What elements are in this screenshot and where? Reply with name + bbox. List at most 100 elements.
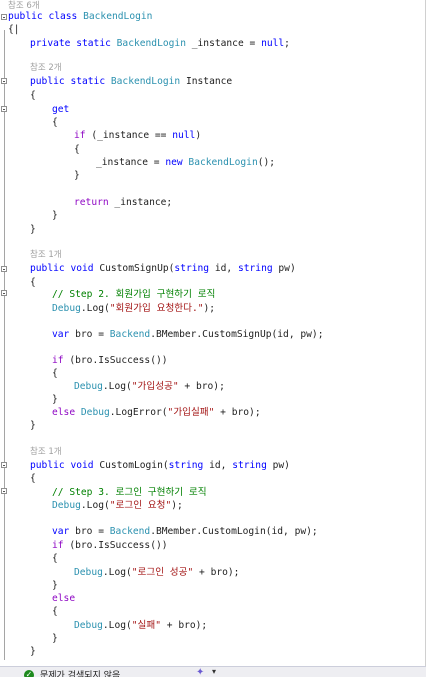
code-line: var bro = Backend.BMember.CustomLogin(id… — [8, 525, 318, 538]
code-text: { — [30, 277, 36, 288]
code-line: Debug.Log("실패" + bro); — [8, 619, 207, 632]
code-line: Debug.Log("가입성공" + bro); — [8, 380, 225, 393]
code-text: Instance — [180, 76, 233, 87]
code-line: else — [8, 592, 75, 605]
code-text: (); — [257, 157, 276, 168]
string-literal: "로그인 성공" — [131, 567, 194, 578]
code-line: var bro = Backend.BMember.CustomSignUp(i… — [8, 328, 323, 341]
chevron-down-icon[interactable]: ▾ — [212, 667, 216, 676]
code-text: _instance; — [108, 197, 173, 208]
code-text: pw) — [272, 263, 296, 274]
control-keyword: if — [52, 355, 64, 366]
code-editor[interactable]: 참조 6개 public class BackendLogin {| priva… — [0, 0, 426, 666]
code-text: { — [30, 473, 36, 484]
code-text: _instance = — [185, 38, 262, 49]
code-line: } — [8, 419, 36, 432]
code-line: { — [8, 143, 80, 156]
code-text: + bro); — [161, 620, 208, 631]
collapse-icon[interactable] — [1, 78, 7, 84]
keyword: get — [52, 104, 70, 115]
type-name: Debug — [52, 500, 81, 511]
code-text: { — [52, 553, 58, 564]
code-line: { — [8, 116, 58, 129]
code-line: if (bro.IsSuccess()) — [8, 539, 168, 552]
code-text: ; — [284, 38, 290, 49]
type-name: Debug — [74, 381, 103, 392]
code-text: bro = — [69, 329, 110, 340]
code-text: + bro); — [178, 381, 225, 392]
code-text: id, — [209, 263, 238, 274]
codelens-references[interactable]: 참조 2개 — [8, 62, 62, 74]
type-name: BackendLogin — [188, 157, 258, 168]
code-text: } — [52, 394, 58, 405]
code-text: { — [52, 117, 58, 128]
collapse-icon[interactable] — [1, 290, 7, 296]
type-name: Debug — [80, 407, 110, 418]
keyword: public — [30, 460, 65, 471]
collapse-icon[interactable] — [1, 488, 7, 494]
code-text: } — [30, 224, 36, 235]
code-text: ) — [195, 130, 202, 141]
code-line: if (bro.IsSuccess()) — [8, 354, 168, 367]
code-line: else Debug.LogError("가입실패" + bro); — [8, 406, 261, 419]
collapse-icon[interactable] — [1, 462, 7, 468]
code-text: .BMember.CustomLogin(id, pw); — [150, 526, 318, 537]
keyword: void — [70, 460, 94, 471]
code-text: .Log( — [80, 500, 110, 511]
text-cursor: | — [13, 24, 20, 35]
editor-status-bar: ✓ 문제가 검색되지 않음 ✦ ▾ — [0, 666, 426, 677]
code-text: (_instance == — [85, 130, 173, 141]
code-line: public class BackendLogin — [8, 10, 152, 23]
code-line: { — [8, 367, 58, 380]
code-text: { — [74, 144, 80, 155]
code-line: return _instance; — [8, 196, 172, 209]
type-name: Debug — [52, 303, 81, 314]
control-keyword: if — [52, 540, 64, 551]
code-line: public static BackendLogin Instance — [8, 75, 232, 88]
code-line: { — [8, 605, 58, 618]
type-name: BackendLogin — [116, 38, 186, 49]
code-text: + bro); — [214, 407, 261, 418]
keyword: string — [237, 263, 273, 274]
codelens-references[interactable]: 참조 1개 — [8, 249, 62, 261]
control-keyword: return — [74, 197, 109, 208]
collapse-icon[interactable] — [1, 266, 7, 272]
string-literal: "로그인 요청" — [109, 500, 172, 511]
code-text: + bro); — [193, 567, 240, 578]
collapse-icon[interactable] — [1, 14, 7, 20]
code-text: id, — [203, 460, 233, 471]
keyword: string — [168, 460, 204, 471]
code-comment: // Step 3. 로그인 구현하기 로직 — [52, 487, 207, 498]
code-text: ); — [171, 500, 183, 511]
keyword: var — [52, 329, 70, 340]
code-line: } — [8, 645, 36, 658]
keyword: public — [8, 11, 43, 22]
keyword: new — [165, 157, 183, 168]
code-text: } — [30, 420, 36, 431]
keyword: void — [70, 263, 94, 274]
code-line: {| — [8, 23, 20, 36]
code-text: .Log( — [102, 567, 132, 578]
code-line: _instance = new BackendLogin(); — [8, 156, 275, 169]
code-comment: // Step 2. 회원가입 구현하기 로직 — [52, 289, 216, 300]
code-line: public void CustomSignUp(string id, stri… — [8, 262, 296, 275]
type-name: BackendLogin — [83, 11, 153, 22]
code-text: CustomLogin( — [93, 460, 169, 471]
code-line: Debug.Log("로그인 요청"); — [8, 499, 183, 512]
keyword: string — [232, 460, 267, 471]
collapse-icon[interactable] — [1, 106, 7, 112]
keyword: null — [172, 130, 196, 141]
keyword: class — [48, 11, 78, 22]
code-line: } — [8, 209, 58, 222]
code-text: { — [30, 90, 36, 101]
keyword: public — [30, 263, 65, 274]
codelens-references[interactable]: 참조 1개 — [8, 446, 62, 458]
outline-gutter — [0, 0, 8, 666]
code-text: .LogError( — [109, 407, 168, 418]
type-name: Backend — [109, 526, 151, 537]
code-text: } — [52, 210, 58, 221]
code-text: } — [30, 646, 36, 657]
code-text: .Log( — [102, 620, 132, 631]
string-literal: "회원가입 요청한다." — [109, 303, 204, 314]
code-text: bro = — [69, 526, 110, 537]
